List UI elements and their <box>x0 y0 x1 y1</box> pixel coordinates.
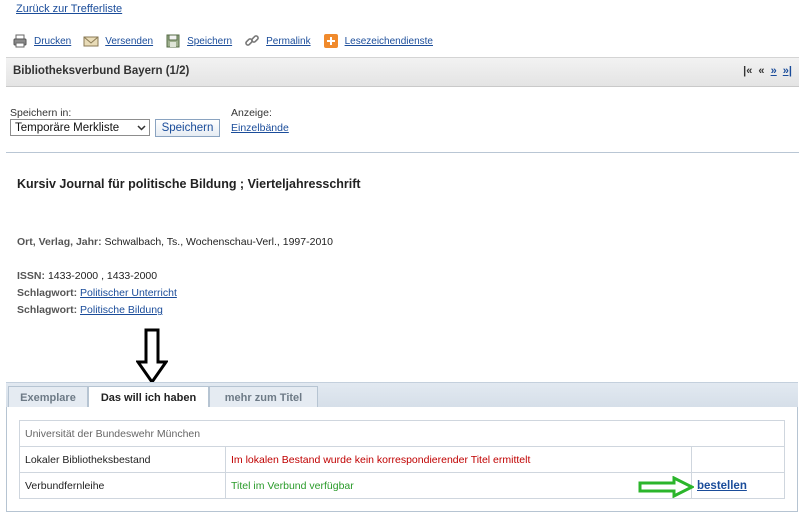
field-label: Ort, Verlag, Jahr: <box>17 236 102 248</box>
record-title: Kursiv Journal für politische Bildung ; … <box>17 177 361 191</box>
order-link[interactable]: bestellen <box>697 480 747 492</box>
field-value: 1433-2000 , 1433-2000 <box>47 270 158 282</box>
chain-link-icon <box>244 33 260 49</box>
tab-bar: Exemplare Das will ich haben mehr zum Ti… <box>6 382 798 410</box>
annotation-right-arrow-icon <box>638 476 694 498</box>
permalink-tool[interactable]: Permalink <box>244 33 311 49</box>
row-action: bestellen <box>691 472 785 499</box>
print-tool[interactable]: Drucken <box>12 33 71 49</box>
institution-row: Universität der Bundeswehr München <box>19 420 785 447</box>
subject-field: Schlagwort: Politischer Unterricht <box>17 287 177 299</box>
result-header-bar: Bibliotheksverbund Bayern (1/2) |« « » »… <box>6 57 799 87</box>
pager: |« « » »| <box>740 65 792 77</box>
field-label: Schlagwort: <box>17 304 78 316</box>
back-to-results-link[interactable]: Zurück zur Trefferliste <box>16 3 122 15</box>
save-link[interactable]: Speichern <box>187 36 232 47</box>
subject-link[interactable]: Politische Bildung <box>80 304 163 316</box>
result-header-title: Bibliotheksverbund Bayern (1/2) <box>13 65 190 77</box>
issn-field: ISSN: 1433-2000 , 1433-2000 <box>17 270 157 282</box>
print-link[interactable]: Drucken <box>34 36 71 47</box>
pager-first: |« <box>743 65 753 77</box>
floppy-icon <box>165 33 181 49</box>
pager-prev: « <box>758 65 765 77</box>
save-target-select[interactable]: Temporäre Merkliste <box>10 119 150 136</box>
pager-next[interactable]: » <box>771 65 777 77</box>
pager-last[interactable]: »| <box>783 65 792 77</box>
subject-field: Schlagwort: Politische Bildung <box>17 304 163 316</box>
plus-icon <box>323 33 339 49</box>
row-label: Lokaler Bibliotheksbestand <box>19 446 226 473</box>
permalink-link[interactable]: Permalink <box>266 36 310 47</box>
field-label: Schlagwort: <box>17 287 78 299</box>
save-button[interactable]: Speichern <box>155 119 220 137</box>
envelope-icon <box>83 33 99 49</box>
table-row: Lokaler Bibliotheksbestand Im lokalen Be… <box>19 446 785 473</box>
row-label: Verbundfernleihe <box>19 472 226 499</box>
single-volumes-link[interactable]: Einzelbände <box>231 122 289 134</box>
bookmark-services-link[interactable]: Lesezeichendienste <box>345 36 433 47</box>
publication-field: Ort, Verlag, Jahr: Schwalbach, Ts., Woch… <box>17 236 333 248</box>
chevron-down-icon <box>137 123 146 131</box>
field-value: Schwalbach, Ts., Wochenschau-Verl., 1997… <box>104 236 333 248</box>
subject-link[interactable]: Politischer Unterricht <box>80 287 177 299</box>
tab-copies[interactable]: Exemplare <box>8 386 88 408</box>
toolbar: Drucken Versenden Speichern Permalink Le… <box>12 32 445 50</box>
institution-name: Universität der Bundeswehr München <box>19 420 785 447</box>
tab-more-about-title[interactable]: mehr zum Titel <box>209 386 318 408</box>
annotation-down-arrow-icon <box>136 328 168 384</box>
send-tool[interactable]: Versenden <box>83 33 153 49</box>
save-tool[interactable]: Speichern <box>165 33 232 49</box>
row-action <box>691 446 785 473</box>
save-target-value: Temporäre Merkliste <box>15 121 120 134</box>
printer-icon <box>12 33 28 49</box>
display-label: Anzeige: <box>231 107 272 119</box>
field-label: ISSN: <box>17 270 46 282</box>
row-status: Im lokalen Bestand wurde kein korrespond… <box>225 446 692 473</box>
bookmark-services-tool[interactable]: Lesezeichendienste <box>323 33 433 49</box>
row-status: Titel im Verbund verfügbar <box>225 472 692 499</box>
save-in-label: Speichern in: <box>10 107 72 119</box>
send-link[interactable]: Versenden <box>105 36 153 47</box>
divider <box>6 152 799 153</box>
